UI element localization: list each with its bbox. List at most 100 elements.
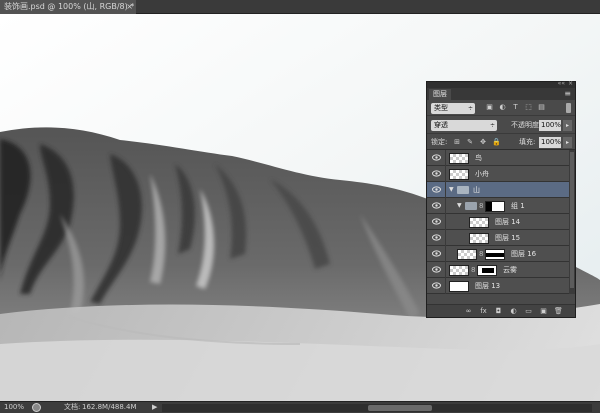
layers-list: 鸟 小舟 ▼ 山 ▼ 8 组 1 图层 14 图层 15 8 图层 16 8 云…: [427, 150, 575, 294]
filter-kind-select[interactable]: 类型 ÷: [431, 103, 475, 114]
lock-position-icon[interactable]: ✥: [479, 137, 487, 147]
visibility-eye-icon[interactable]: [432, 154, 441, 161]
trash-icon[interactable]: 🗑: [554, 305, 563, 318]
layer-group-row[interactable]: ▼ 山: [427, 182, 575, 198]
blend-mode-select[interactable]: 穿透 ÷: [431, 120, 497, 131]
layer-row[interactable]: 8 图层 16: [427, 246, 575, 262]
fill-slider-icon[interactable]: ▸: [563, 137, 572, 148]
fill-label: 填充:: [519, 138, 536, 146]
lock-row: 锁定: ⊞ ✎ ✥ 🔒 填充: 100% ▸: [427, 134, 575, 150]
layer-name[interactable]: 图层 13: [475, 278, 500, 294]
layer-row[interactable]: 8 云雾: [427, 262, 575, 278]
layer-name[interactable]: 云雾: [503, 262, 517, 278]
tab-layers[interactable]: 图层: [429, 89, 451, 100]
type-filter-icon[interactable]: T: [511, 102, 520, 112]
layer-name[interactable]: 鸟: [475, 150, 482, 166]
layer-filter-row: 类型 ÷ ▣ ◐ T ⬚ ▤: [427, 100, 575, 116]
expand-triangle-icon[interactable]: ▼: [457, 198, 462, 214]
mask-link-icon[interactable]: 8: [471, 265, 475, 275]
status-info-icon[interactable]: [32, 403, 41, 412]
visibility-eye-icon[interactable]: [432, 202, 441, 209]
visibility-eye-icon[interactable]: [432, 282, 441, 289]
blend-row: 穿透 ÷ 不透明度: 100% ▸: [427, 116, 575, 134]
horizontal-scrollbar-thumb[interactable]: [368, 405, 432, 411]
layer-name[interactable]: 图层 14: [495, 214, 520, 230]
visibility-eye-icon[interactable]: [432, 266, 441, 273]
document-size-label: 文档:: [64, 403, 81, 411]
blend-dropdown-icon: ÷: [489, 122, 495, 129]
layer-thumbnail: [469, 217, 489, 228]
opacity-slider-icon[interactable]: ▸: [563, 120, 572, 131]
layer-thumbnail: [449, 265, 469, 276]
smart-object-filter-icon[interactable]: ▤: [537, 102, 546, 112]
opacity-input[interactable]: 100%: [539, 120, 561, 131]
visibility-eye-icon[interactable]: [432, 186, 441, 193]
shape-filter-icon[interactable]: ⬚: [524, 102, 533, 112]
new-layer-icon[interactable]: ▣: [539, 305, 548, 318]
lock-transparent-icon[interactable]: ⊞: [453, 137, 461, 147]
layer-mask-thumbnail[interactable]: [477, 265, 497, 276]
layer-mask-thumbnail[interactable]: [485, 201, 505, 212]
panel-footer: ∞ fx ◘ ◐ ▭ ▣ 🗑: [427, 304, 575, 317]
adjustment-filter-icon[interactable]: ◐: [498, 102, 507, 112]
close-panel-icon[interactable]: ×: [568, 80, 573, 87]
filter-dropdown-icon: ÷: [467, 105, 473, 112]
folder-icon: [457, 186, 469, 194]
add-mask-icon[interactable]: ◘: [494, 305, 503, 318]
new-group-icon[interactable]: ▭: [524, 305, 533, 318]
lock-icons: ⊞ ✎ ✥ 🔒: [453, 137, 501, 147]
filter-toggle[interactable]: [566, 103, 571, 113]
document-size-value: 162.8M/488.4M: [82, 403, 137, 411]
expand-triangle-icon[interactable]: ▼: [449, 182, 454, 198]
layer-name[interactable]: 图层 15: [495, 230, 520, 246]
filter-icons: ▣ ◐ T ⬚ ▤: [485, 102, 546, 112]
lock-all-icon[interactable]: 🔒: [492, 137, 501, 147]
layer-thumbnail: [449, 169, 469, 180]
layers-panel: «« × 图层 ≡ 类型 ÷ ▣ ◐ T ⬚ ▤ 穿透 ÷ 不透明度: 100%…: [426, 80, 576, 318]
lock-pixels-icon[interactable]: ✎: [466, 137, 474, 147]
layers-scrollbar[interactable]: [569, 150, 575, 294]
mask-link-icon[interactable]: 8: [479, 249, 483, 259]
collapse-panel-icon[interactable]: ««: [558, 80, 565, 87]
layer-thumbnail: [449, 153, 469, 164]
panel-menu-icon[interactable]: ≡: [564, 89, 571, 98]
document-tab-bar: 装饰画.psd @ 100% (山, RGB/8) * ×: [0, 0, 600, 14]
layer-row[interactable]: 小舟: [427, 166, 575, 182]
layer-group-row[interactable]: ▼ 8 组 1: [427, 198, 575, 214]
layer-thumbnail: [449, 281, 469, 292]
layer-name[interactable]: 组 1: [511, 198, 525, 214]
document-tab-title: 装饰画.psd @ 100% (山, RGB/8) *: [4, 2, 135, 11]
visibility-eye-icon[interactable]: [432, 170, 441, 177]
status-bar: 100% 文档: 162.8M/488.4M ▶: [0, 401, 600, 413]
document-tab[interactable]: 装饰画.psd @ 100% (山, RGB/8) * ×: [0, 0, 136, 14]
layers-scrollbar-thumb[interactable]: [570, 152, 574, 288]
panel-tab-bar: 图层 ≡: [427, 88, 575, 100]
opacity-label: 不透明度:: [511, 121, 542, 129]
folder-icon: [465, 202, 477, 210]
layer-name[interactable]: 山: [473, 182, 480, 198]
horizontal-scrollbar[interactable]: [162, 404, 592, 412]
fx-icon[interactable]: fx: [479, 305, 488, 318]
layer-row[interactable]: 图层 13: [427, 278, 575, 294]
photoshop-window: 装饰画.psd @ 100% (山, RGB/8) * × 100% 文档: 1…: [0, 0, 600, 413]
blend-mode-value: 穿透: [434, 121, 448, 129]
layer-row[interactable]: 图层 14: [427, 214, 575, 230]
visibility-eye-icon[interactable]: [432, 218, 441, 225]
close-document-icon[interactable]: ×: [126, 0, 133, 14]
status-menu-arrow-icon[interactable]: ▶: [152, 402, 157, 413]
layer-mask-thumbnail[interactable]: [485, 249, 505, 260]
visibility-eye-icon[interactable]: [432, 234, 441, 241]
fill-input[interactable]: 100%: [539, 137, 561, 148]
mask-link-icon[interactable]: 8: [479, 201, 483, 211]
lock-label: 锁定:: [431, 138, 448, 146]
zoom-level[interactable]: 100%: [4, 402, 24, 413]
layer-name[interactable]: 图层 16: [511, 246, 536, 262]
image-filter-icon[interactable]: ▣: [485, 102, 494, 112]
filter-kind-label: 类型: [434, 104, 448, 112]
layer-row[interactable]: 图层 15: [427, 230, 575, 246]
visibility-eye-icon[interactable]: [432, 250, 441, 257]
layer-name[interactable]: 小舟: [475, 166, 489, 182]
layer-row[interactable]: 鸟: [427, 150, 575, 166]
link-layers-icon[interactable]: ∞: [464, 305, 473, 318]
adjustment-layer-icon[interactable]: ◐: [509, 305, 518, 318]
